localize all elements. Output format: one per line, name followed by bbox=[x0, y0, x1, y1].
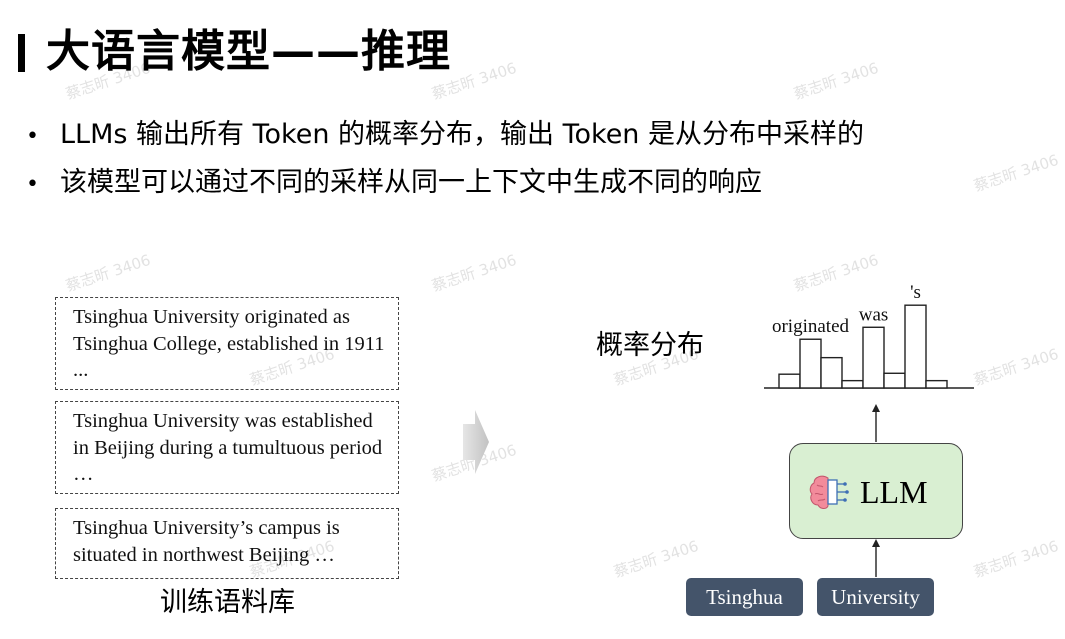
corpus-text-box: Tsinghua University was established in B… bbox=[55, 401, 399, 494]
histogram-word-label: 's bbox=[910, 282, 921, 303]
llm-label: LLM bbox=[860, 474, 928, 510]
histogram-bar bbox=[820, 356, 843, 389]
watermark: 蔡志昕 3406 bbox=[971, 536, 1061, 582]
input-token: Tsinghua bbox=[686, 578, 803, 616]
title-accent-bar bbox=[18, 34, 25, 72]
up-arrow-icon bbox=[872, 404, 880, 442]
histogram-bar bbox=[841, 379, 864, 389]
right-arrow-icon bbox=[463, 410, 489, 474]
slide-title: 大语言模型——推理 bbox=[46, 26, 451, 77]
bullet-dot-icon: • bbox=[26, 124, 39, 149]
watermark: 蔡志昕 3406 bbox=[971, 150, 1061, 196]
probability-histogram: originated was 's bbox=[764, 282, 974, 389]
corpus-label: 训练语料库 bbox=[160, 587, 295, 618]
bullet-list: • LLMs 输出所有 Token 的概率分布，输出 Token 是从分布中采样的… bbox=[26, 112, 864, 208]
watermark: 蔡志昕 3406 bbox=[611, 536, 701, 582]
histogram-bar bbox=[862, 326, 885, 389]
up-arrow-icon bbox=[872, 539, 880, 577]
corpus-text-box: Tsinghua University originated as Tsingh… bbox=[55, 297, 399, 390]
probability-distribution-label: 概率分布 bbox=[596, 330, 704, 361]
histogram-bar bbox=[925, 379, 948, 389]
bullet-item: • 该模型可以通过不同的采样从同一上下文中生成不同的响应 bbox=[26, 160, 864, 208]
histogram-word-label: originated bbox=[772, 316, 850, 337]
histogram-bar bbox=[799, 338, 822, 389]
bullet-text: LLMs 输出所有 Token 的概率分布，输出 Token 是从分布中采样的 bbox=[60, 119, 865, 150]
histogram-word-label: was bbox=[859, 304, 889, 325]
bullet-text: 该模型可以通过不同的采样从同一上下文中生成不同的响应 bbox=[60, 167, 762, 198]
bullet-dot-icon: • bbox=[26, 172, 39, 197]
bullet-item: • LLMs 输出所有 Token 的概率分布，输出 Token 是从分布中采样的 bbox=[26, 112, 864, 160]
watermark: 蔡志昕 3406 bbox=[791, 58, 881, 104]
watermark: 蔡志昕 3406 bbox=[971, 344, 1061, 390]
input-token: University bbox=[817, 578, 934, 616]
watermark: 蔡志昕 3406 bbox=[63, 250, 153, 296]
histogram-bar bbox=[883, 372, 906, 389]
histogram-bar bbox=[778, 373, 801, 389]
histogram-bar bbox=[904, 304, 927, 389]
llm-model-box: LLM bbox=[789, 443, 963, 539]
corpus-text-box: Tsinghua University’s campus is situated… bbox=[55, 508, 399, 579]
watermark: 蔡志昕 3406 bbox=[429, 250, 519, 296]
brain-circuit-icon bbox=[809, 475, 849, 509]
